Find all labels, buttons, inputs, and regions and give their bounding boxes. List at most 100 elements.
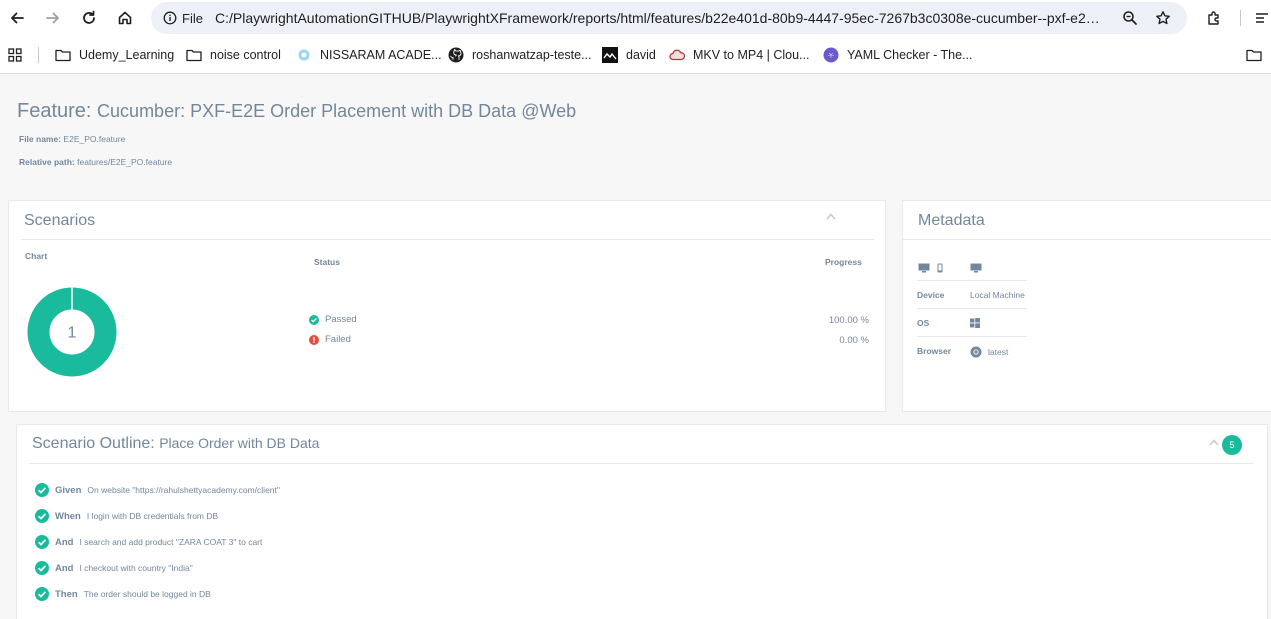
site-favicon-icon [602,47,618,63]
bookmark-label: YAML Checker - The... [847,48,973,62]
check-circle-icon [35,509,49,523]
toolbar-divider [1240,10,1241,26]
step-text: On website "https://rahulshettyacademy.c… [87,485,280,495]
scenario-outline-name: Place Order with DB Data [159,435,320,451]
reload-button[interactable] [77,6,101,30]
bookmark-yaml-checker[interactable]: -Y- YAML Checker - The... [823,46,973,64]
file-name-label: File name: [19,134,62,144]
site-info-label: File [182,10,203,26]
step-keyword: And [55,562,74,574]
zoom-icon [1123,11,1137,25]
check-circle-icon [35,535,49,549]
collapse-button[interactable] [825,211,837,221]
report-page: Feature: Cucumber: PXF-E2E Order Placeme… [0,75,1271,619]
step-row: Given On website "https://rahulshettyaca… [35,483,280,497]
bookmark-nissaram-academy[interactable]: NISSARAM ACADE... [296,46,442,64]
progress-passed-value: 100.00 % [828,315,869,326]
chevron-up-icon [1209,438,1219,446]
scenarios-donut-chart[interactable]: 1 [26,286,118,378]
info-icon [163,11,177,25]
page-title: Feature: Cucumber: PXF-E2E Order Placeme… [17,100,576,123]
scenario-outline-title: Scenario Outline: Place Order with DB Da… [32,435,319,453]
site-favicon-icon [296,47,312,63]
bookmark-label: Udemy_Learning [79,48,175,62]
bookmark-label: MKV to MP4 | Clou... [693,48,810,62]
home-button[interactable] [113,6,137,30]
folder-icon [186,47,202,63]
list-icon [1256,13,1268,23]
relative-path-label: Relative path: [19,157,75,167]
zoom-button[interactable] [1120,8,1140,28]
step-keyword: When [55,510,81,522]
file-name-value: E2E_PO.feature [63,134,126,144]
scenarios-title: Scenarios [24,212,96,229]
windows-icon [970,318,980,328]
step-text: I login with DB credentials from DB [86,511,219,521]
reading-list-button[interactable] [1254,6,1271,30]
all-bookmarks-button[interactable] [1246,46,1271,64]
check-circle-icon [35,561,49,575]
step-row: Then The order should be logged in DB [35,587,211,601]
metadata-icons-row [917,253,1027,281]
step-text: The order should be logged in DB [83,589,211,599]
arrow-right-icon [46,12,59,24]
address-bar[interactable]: File C:/PlaywrightAutomationGITHUB/Playw… [151,2,1187,34]
site-info-button[interactable]: File [157,6,211,30]
metadata-panel: Metadata Device Local Machine OS Browser… [902,200,1271,412]
os-label: OS [917,318,930,328]
apps-grid-icon [7,47,23,63]
bookmarks-bar: Udemy_Learning noise control NISSARAM AC… [0,36,1271,74]
back-button[interactable] [5,6,29,30]
bookmarks-separator [38,47,39,63]
svg-text:-Y-: -Y- [828,53,835,60]
chevron-up-icon [826,212,836,220]
bookmark-star-button[interactable] [1153,8,1173,28]
star-icon [1156,11,1170,25]
bookmark-roshanwatzap[interactable]: roshanwatzap-teste... [448,46,592,64]
panel-divider [29,463,1254,464]
browser-value-wrap: latest [970,346,1008,358]
feature-keyword: Feature: [17,100,92,122]
github-icon [448,47,464,63]
url-text[interactable]: C:/PlaywrightAutomationGITHUB/Playwright… [215,10,1105,26]
bookmark-label: NISSARAM ACADE... [320,48,442,62]
step-count-badge: 5 [1222,435,1242,455]
step-keyword: And [55,536,74,548]
donut-center-count: 1 [68,325,77,342]
scenario-outline-panel: Scenario Outline: Place Order with DB Da… [16,424,1268,619]
scenarios-panel: Scenarios Chart Status Progress 1 Passed… [8,200,886,412]
forward-button[interactable] [41,6,65,30]
chrome-icon [970,346,982,358]
scenario-outline-keyword: Scenario Outline: [32,435,155,452]
apps-button[interactable] [7,46,23,64]
extensions-button[interactable] [1202,6,1226,30]
yaml-icon: -Y- [823,47,839,63]
check-circle-icon [35,483,49,497]
step-text: I checkout with country "India" [79,563,193,573]
metadata-device-row: Device Local Machine [917,281,1027,309]
step-row: And I search and add product "ZARA COAT … [35,535,262,549]
home-icon [118,11,132,25]
cloud-icon [669,47,685,63]
chart-column-header: Chart [25,251,48,261]
collapse-button[interactable] [1208,437,1220,447]
bookmark-noise-control[interactable]: noise control [186,46,281,64]
step-text: I search and add product "ZARA COAT 3" t… [79,537,263,547]
browser-toolbar: File C:/PlaywrightAutomationGITHUB/Playw… [0,0,1271,36]
browser-label: Browser [917,346,952,356]
check-circle-icon [309,314,319,325]
metadata-title: Metadata [918,212,985,229]
status-row-failed: Failed [309,334,351,345]
file-name-line: File name: E2E_PO.feature [19,134,125,144]
bookmark-label: roshanwatzap-teste... [472,48,592,62]
bookmark-udemy-learning[interactable]: Udemy_Learning [55,46,174,64]
mobile-icon [937,263,943,273]
status-passed-label: Passed [325,314,357,325]
relative-path-line: Relative path: features/E2E_PO.feature [19,157,172,167]
metadata-os-row: OS [917,309,1027,337]
bookmark-mkv-to-mp4[interactable]: MKV to MP4 | Clou... [669,46,809,64]
desktop-icon [918,263,930,273]
puzzle-icon [1208,11,1219,25]
bookmark-david[interactable]: david [602,46,656,64]
check-circle-icon [35,587,49,601]
